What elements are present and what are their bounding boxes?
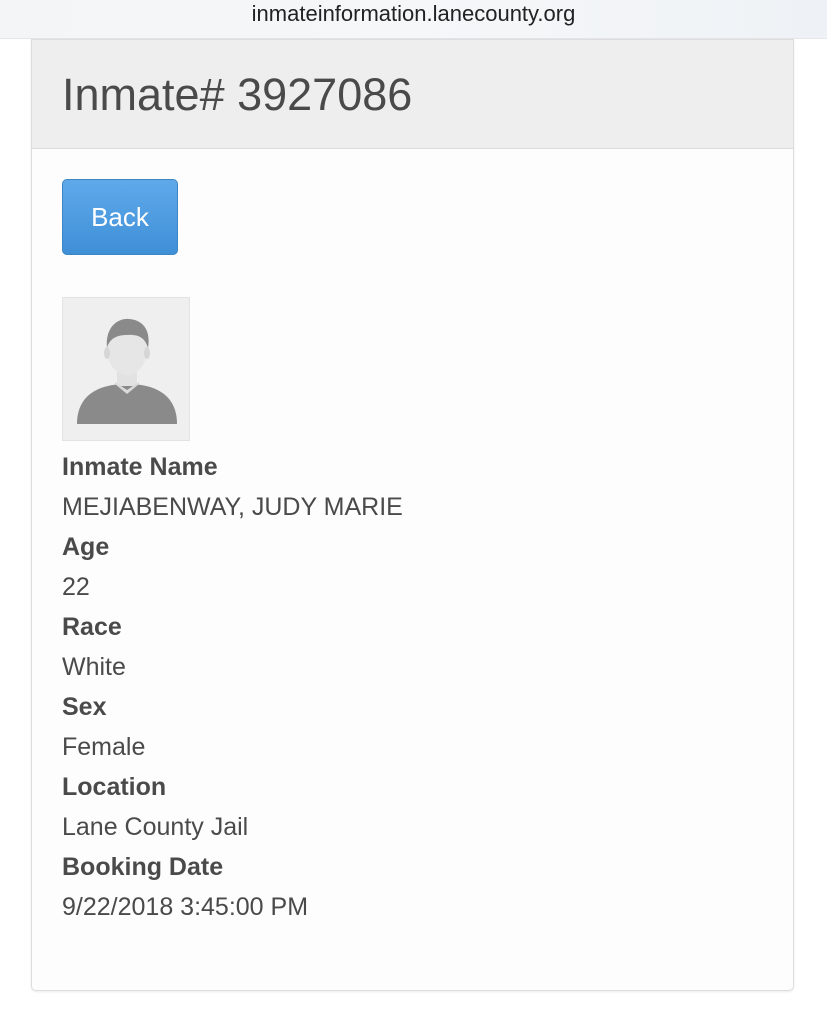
race-label: Race — [62, 613, 122, 641]
location-value: Lane County Jail — [62, 813, 249, 841]
sex-value: Female — [62, 733, 146, 761]
address-bar[interactable]: inmateinformation.lanecounty.org — [0, 0, 827, 39]
inmate-details: Inmate Name MEJIABENWAY, JUDY MARIE Age … — [62, 447, 763, 927]
inmate-name-value: MEJIABENWAY, JUDY MARIE — [62, 493, 403, 521]
booking-date-value: 9/22/2018 3:45:00 PM — [62, 893, 309, 921]
inmate-detail-panel: Inmate# 3927086 Back Inmate Name MEJIABE… — [31, 39, 794, 991]
person-silhouette-icon — [63, 298, 189, 440]
page-title: Inmate# 3927086 — [62, 69, 413, 120]
race-value: White — [62, 653, 126, 681]
panel-body: Back Inmate Name MEJIABENWAY, JUDY MARIE — [32, 149, 793, 927]
booking-date-label: Booking Date — [62, 853, 224, 881]
inmate-photo — [62, 297, 190, 441]
age-value: 22 — [62, 573, 90, 601]
panel-heading: Inmate# 3927086 — [32, 39, 793, 149]
inmate-name-label: Inmate Name — [62, 453, 218, 481]
back-button[interactable]: Back — [62, 179, 178, 255]
age-label: Age — [62, 533, 110, 561]
sex-label: Sex — [62, 693, 107, 721]
location-label: Location — [62, 773, 167, 801]
